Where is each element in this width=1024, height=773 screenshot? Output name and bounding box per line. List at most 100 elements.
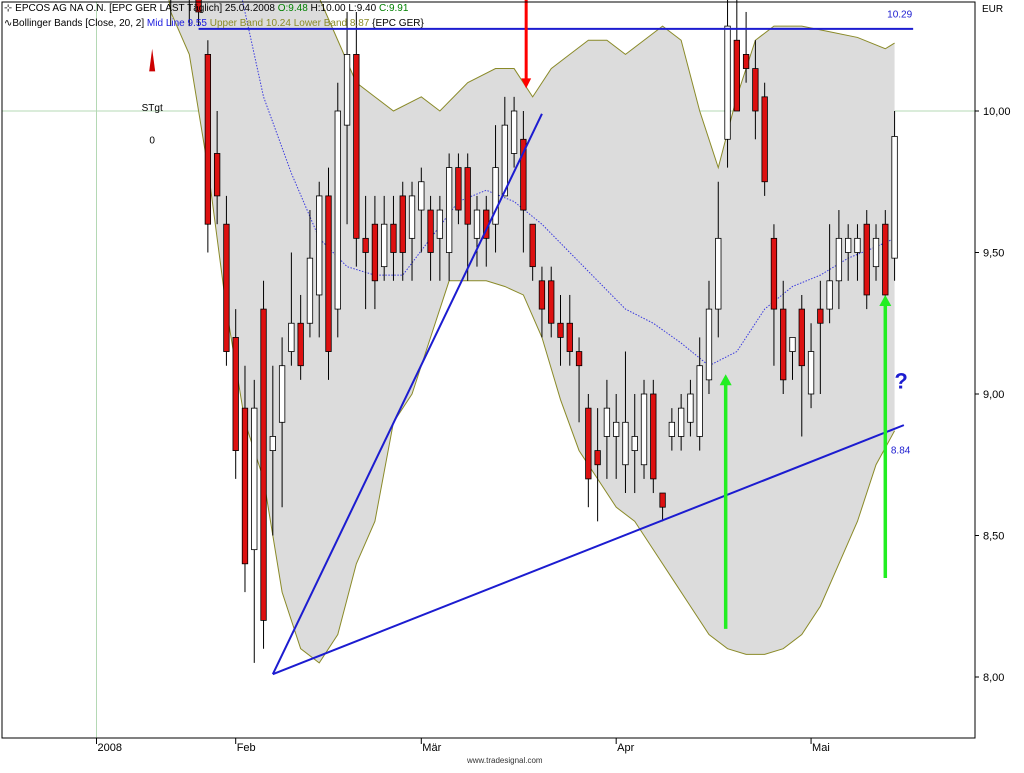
candle-body-up: [408, 195, 416, 239]
candle-body-down: [371, 223, 379, 282]
candle-body-down: [353, 54, 360, 239]
candle-body-up: [622, 421, 629, 466]
chart-header-title: ⊹ EPCOS AG NA O.N. [EPC GER LAST Täglich…: [4, 3, 408, 14]
candle-body-down: [223, 223, 230, 352]
candle-body-down: [325, 195, 332, 352]
candle-body-down: [204, 54, 212, 225]
candle: [891, 111, 898, 281]
candle: [334, 82, 341, 338]
candle-body-up: [854, 237, 861, 253]
candle: [325, 167, 332, 380]
candle-body-down: [770, 237, 778, 310]
candle-body-up: [826, 280, 833, 310]
candle-body-down: [362, 237, 369, 253]
candle-body-down: [455, 167, 462, 211]
level-label: 8.84: [891, 445, 911, 456]
candle: [260, 280, 267, 649]
stgt-label: STgt: [142, 103, 163, 114]
candle-body-up: [724, 25, 731, 140]
candle-body-down: [538, 280, 546, 310]
candle-body-down: [733, 39, 740, 112]
candle-body-down: [761, 96, 768, 183]
indicator-header: ∿Bollinger Bands [Close, 20, 2] Mid Line…: [4, 18, 424, 29]
indicator-mid-line: Mid Line 9.55: [146, 18, 207, 29]
candle-body-up: [269, 436, 276, 452]
indicator-name: Bollinger Bands [Close, 20, 2]: [12, 18, 145, 29]
quote-open: O:9.48: [277, 3, 308, 14]
candle-body-down: [566, 322, 573, 352]
candle-body-down: [260, 308, 267, 621]
candle-body-up: [872, 237, 880, 268]
chart-window: 10.298.84 -1743TBOCSTgt0? 13,5013,0012,5…: [0, 0, 1024, 768]
candle: [882, 210, 889, 310]
indicator-upper-band: Upper Band 10.24: [209, 18, 291, 29]
candle-body-down: [548, 280, 555, 324]
candle-body-up: [445, 167, 453, 253]
candle-body-down: [241, 407, 249, 565]
x-tick-label: Apr: [617, 742, 634, 754]
candle-body-down: [390, 223, 397, 253]
candle-body-up: [418, 181, 425, 211]
candle: [204, 40, 212, 253]
candle-body-up: [845, 237, 852, 253]
candle-body-up: [640, 393, 648, 466]
watermark: www.tradesignal.com: [467, 756, 543, 765]
quote-high: H:10.00: [310, 3, 346, 14]
candle-body-up: [696, 365, 703, 437]
y-tick-label: 8,00: [983, 672, 1004, 684]
quote-date: 25.04.2008: [224, 3, 275, 14]
indicator-lower-band: Lower Band 8.87: [293, 18, 370, 29]
candle-body-up: [603, 407, 611, 437]
candle-body-down: [752, 68, 759, 112]
y-tick-label: 8,50: [983, 531, 1004, 543]
x-tick-label: Feb: [237, 742, 256, 754]
x-tick-label: Mai: [812, 742, 830, 754]
candle: [640, 379, 648, 479]
candle: [863, 210, 870, 310]
candle-body-up: [613, 421, 620, 437]
candle-body-down: [650, 393, 657, 480]
currency-label: EUR: [982, 4, 1004, 15]
candle-body-down: [297, 322, 304, 367]
candle-body-down: [817, 308, 824, 324]
candle-body-up: [835, 237, 843, 282]
candle-body-up: [473, 209, 481, 239]
candle-body-down: [399, 195, 406, 253]
candle-body-up: [789, 336, 796, 352]
candle-body-up: [343, 54, 351, 126]
x-tick-label: 2008: [98, 742, 122, 754]
candle-body-up: [288, 322, 295, 352]
candle-body-up: [278, 365, 286, 423]
candle-body-up: [705, 308, 713, 381]
candle-body-down: [529, 223, 536, 268]
candle-body-up: [334, 110, 341, 310]
candle-body-up: [807, 351, 815, 395]
candle-body-down: [780, 308, 787, 381]
candle-body-down: [863, 223, 870, 296]
candlestick-chart[interactable]: 10.298.84 -1743TBOCSTgt0? 13,5013,0012,5…: [0, 0, 1024, 768]
candle-body-down: [742, 54, 750, 69]
candle-body-up: [687, 393, 694, 423]
candle-body-up: [436, 209, 444, 239]
candle-body-up: [631, 436, 638, 452]
candle-body-up: [715, 237, 722, 310]
candle-body-up: [510, 110, 518, 154]
x-tick-label: Mär: [422, 742, 441, 754]
candle-body-down: [213, 153, 221, 197]
symbol-title: EPCOS AG NA O.N. [EPC GER LAST Täglich]: [15, 3, 223, 14]
candle-body-down: [557, 322, 564, 338]
candle-body-down: [232, 336, 239, 451]
candle-body-down: [585, 407, 592, 480]
candle-body-up: [316, 195, 323, 296]
candle-body-down: [659, 492, 666, 508]
y-tick-label: 9,50: [983, 248, 1004, 260]
candle-body-up: [677, 407, 685, 437]
candle-body-up: [668, 421, 676, 437]
candle-body-up: [381, 223, 388, 268]
y-tick-label: 9,00: [983, 389, 1004, 401]
candle-body-up: [891, 136, 898, 259]
indicator-suffix: {EPC GER}: [372, 18, 424, 29]
question-mark: ?: [894, 368, 907, 393]
y-tick-label: 10,00: [983, 106, 1011, 118]
candle-body-down: [575, 351, 583, 367]
